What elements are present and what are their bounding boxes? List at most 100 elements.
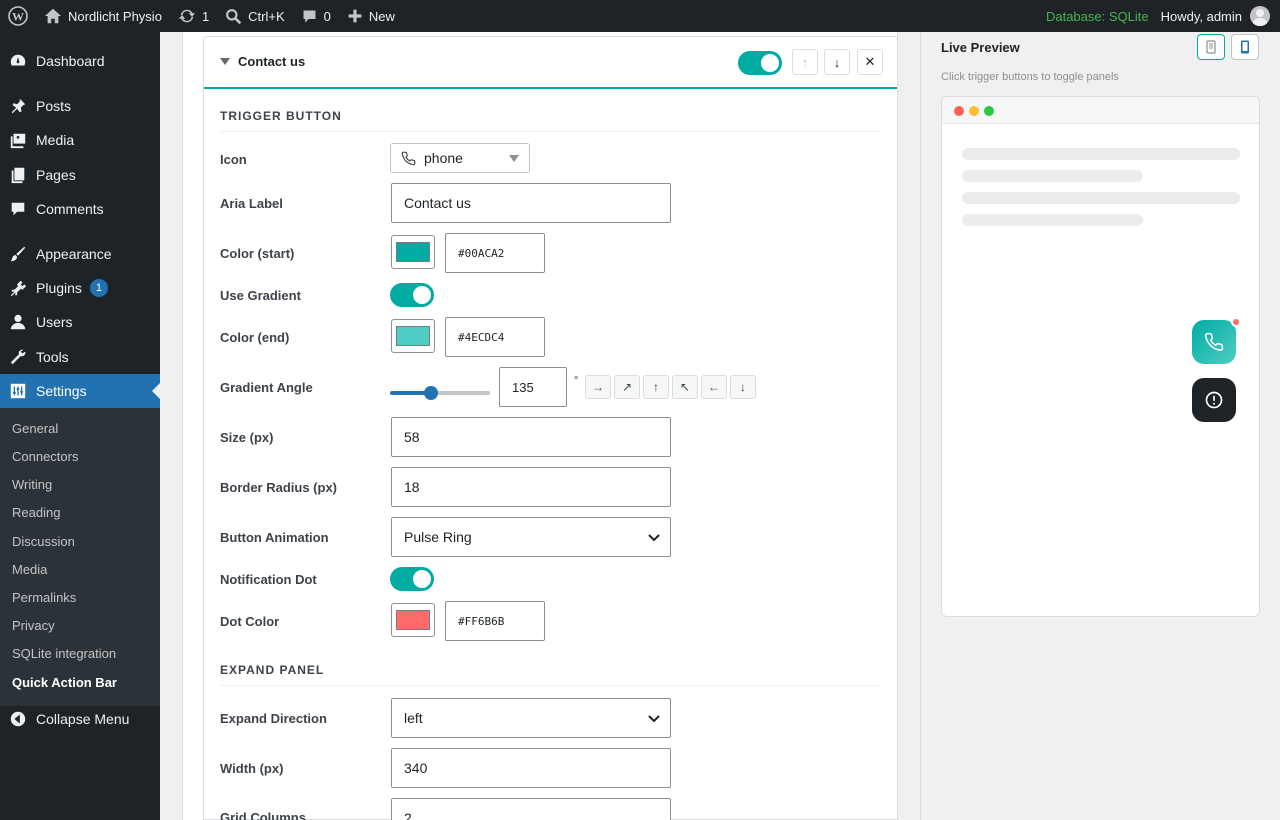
home-icon	[44, 8, 62, 24]
submenu-item-quick-action-bar[interactable]: Quick Action Bar	[12, 675, 117, 690]
sidebar-item-label: Users	[36, 314, 73, 330]
submenu-item-connectors[interactable]: Connectors	[12, 449, 78, 464]
live-preview-panel: Live Preview Click trigger buttons to to…	[920, 32, 1280, 820]
search-shortcut: Ctrl+K	[248, 8, 285, 24]
expand-direction-select[interactable]: left	[391, 698, 671, 738]
color-start-hex-value: #00ACA2	[458, 246, 505, 260]
angle-preset-right[interactable]: →	[585, 375, 611, 399]
plus-icon	[348, 9, 362, 23]
icon-select-value: phone	[424, 150, 463, 166]
admin-sidebar: Dashboard Posts Media Pages Comments App…	[0, 32, 160, 820]
aria-label-input[interactable]: Contact us	[391, 183, 671, 223]
button-enabled-toggle[interactable]	[738, 51, 782, 75]
search-icon	[226, 8, 242, 24]
collapse-caret-icon[interactable]	[220, 58, 230, 65]
dot-color-hex-input[interactable]: #FF6B6B	[445, 601, 545, 641]
angle-preset-up[interactable]: ↑	[643, 375, 669, 399]
grid-columns-input[interactable]: 2	[391, 798, 671, 820]
sidebar-item-settings[interactable]: Settings	[0, 374, 160, 408]
close-dot	[954, 106, 964, 116]
user-icon	[8, 312, 28, 332]
command-palette-link[interactable]: Ctrl+K	[217, 0, 292, 32]
media-icon	[8, 130, 28, 150]
sidebar-item-appearance[interactable]: Appearance	[0, 237, 160, 271]
sidebar-item-label: Plugins	[36, 280, 82, 296]
preview-browser-frame	[941, 96, 1260, 617]
desktop-icon	[1206, 40, 1216, 54]
desktop-view-button[interactable]	[1197, 34, 1225, 60]
collapse-menu-button[interactable]: Collapse Menu	[0, 702, 160, 736]
database-status: Database: SQLite	[1045, 8, 1149, 24]
sidebar-item-label: Media	[36, 132, 75, 148]
skeleton-line	[962, 148, 1240, 160]
new-content-link[interactable]: New	[339, 0, 403, 32]
color-end-hex-input[interactable]: #4ECDC4	[445, 317, 545, 357]
account-menu[interactable]: Howdy, admin	[1161, 6, 1280, 26]
angle-preset-left[interactable]: ←	[701, 375, 727, 399]
chevron-down-icon	[648, 534, 660, 542]
site-name-link[interactable]: Nordlicht Physio	[36, 0, 170, 32]
icon-select[interactable]: phone	[390, 143, 530, 173]
button-animation-value: Pulse Ring	[404, 529, 472, 545]
comments-link[interactable]: 0	[293, 0, 339, 32]
angle-preset-down[interactable]: ↓	[730, 375, 756, 399]
size-label: Size (px)	[220, 430, 274, 445]
sidebar-item-label: Pages	[36, 167, 76, 183]
button-card: Contact us ↑ ↓ ✕ TRIGGER BUTTON Icon pho…	[203, 36, 898, 820]
submenu-item-general[interactable]: General	[12, 421, 58, 436]
submenu-item-media[interactable]: Media	[12, 562, 47, 577]
color-start-swatch[interactable]	[391, 235, 435, 269]
updates-link[interactable]: 1	[170, 0, 217, 32]
sidebar-item-label: Posts	[36, 98, 72, 114]
submenu-item-sqlite[interactable]: SQLite integration	[12, 646, 116, 661]
wordpress-logo-button[interactable]: W	[0, 0, 36, 32]
sidebar-item-comments[interactable]: Comments	[0, 192, 160, 226]
preview-contact-trigger[interactable]	[1192, 317, 1241, 364]
notification-dot-toggle[interactable]	[390, 567, 434, 591]
sidebar-item-users[interactable]: Users	[0, 305, 160, 339]
arrow-up-icon: ↑	[653, 380, 659, 394]
card-header[interactable]: Contact us ↑ ↓ ✕	[204, 37, 897, 89]
smartphone-icon	[1241, 40, 1249, 54]
arrow-up-icon: ↑	[801, 54, 809, 70]
submenu-item-reading[interactable]: Reading	[12, 505, 60, 520]
sidebar-item-media[interactable]: Media	[0, 123, 160, 157]
mobile-view-button[interactable]	[1231, 34, 1259, 60]
angle-preset-up-left[interactable]: ↖	[672, 375, 698, 399]
angle-preset-up-right[interactable]: ↗	[614, 375, 640, 399]
expand-direction-label: Expand Direction	[220, 711, 327, 726]
sidebar-item-posts[interactable]: Posts	[0, 89, 160, 123]
color-start-hex-input[interactable]: #00ACA2	[445, 233, 545, 273]
border-radius-value: 18	[404, 479, 420, 495]
move-down-button[interactable]: ↓	[824, 49, 850, 75]
expand-panel-section-title: EXPAND PANEL	[220, 663, 882, 686]
size-input[interactable]: 58	[391, 417, 671, 457]
submenu-item-discussion[interactable]: Discussion	[12, 534, 75, 549]
button-animation-select[interactable]: Pulse Ring	[391, 517, 671, 557]
color-end-swatch[interactable]	[391, 319, 435, 353]
sidebar-item-pages[interactable]: Pages	[0, 158, 160, 192]
arrow-up-right-icon: ↗	[621, 380, 633, 394]
slider-thumb[interactable]	[423, 386, 438, 400]
sidebar-item-label: Settings	[36, 383, 87, 399]
gradient-angle-slider[interactable]	[390, 383, 491, 403]
submenu-item-privacy[interactable]: Privacy	[12, 618, 55, 633]
remove-button[interactable]: ✕	[857, 49, 883, 75]
move-up-button[interactable]: ↑	[792, 49, 818, 75]
color-end-chip	[396, 326, 430, 346]
svg-text:W: W	[12, 10, 24, 24]
updates-count: 1	[201, 8, 210, 24]
gradient-angle-input[interactable]: 135	[499, 367, 567, 407]
sidebar-item-tools[interactable]: Tools	[0, 340, 160, 374]
phone-icon	[1205, 332, 1224, 351]
use-gradient-toggle[interactable]	[390, 283, 434, 307]
browser-titlebar	[942, 97, 1259, 124]
submenu-item-permalinks[interactable]: Permalinks	[12, 590, 76, 605]
sidebar-item-plugins[interactable]: Plugins 1	[0, 271, 160, 305]
preview-info-trigger[interactable]	[1192, 378, 1236, 422]
dot-color-swatch[interactable]	[391, 603, 435, 637]
submenu-item-writing[interactable]: Writing	[12, 477, 52, 492]
border-radius-input[interactable]: 18	[391, 467, 671, 507]
sidebar-item-dashboard[interactable]: Dashboard	[0, 44, 160, 78]
width-input[interactable]: 340	[391, 748, 671, 788]
